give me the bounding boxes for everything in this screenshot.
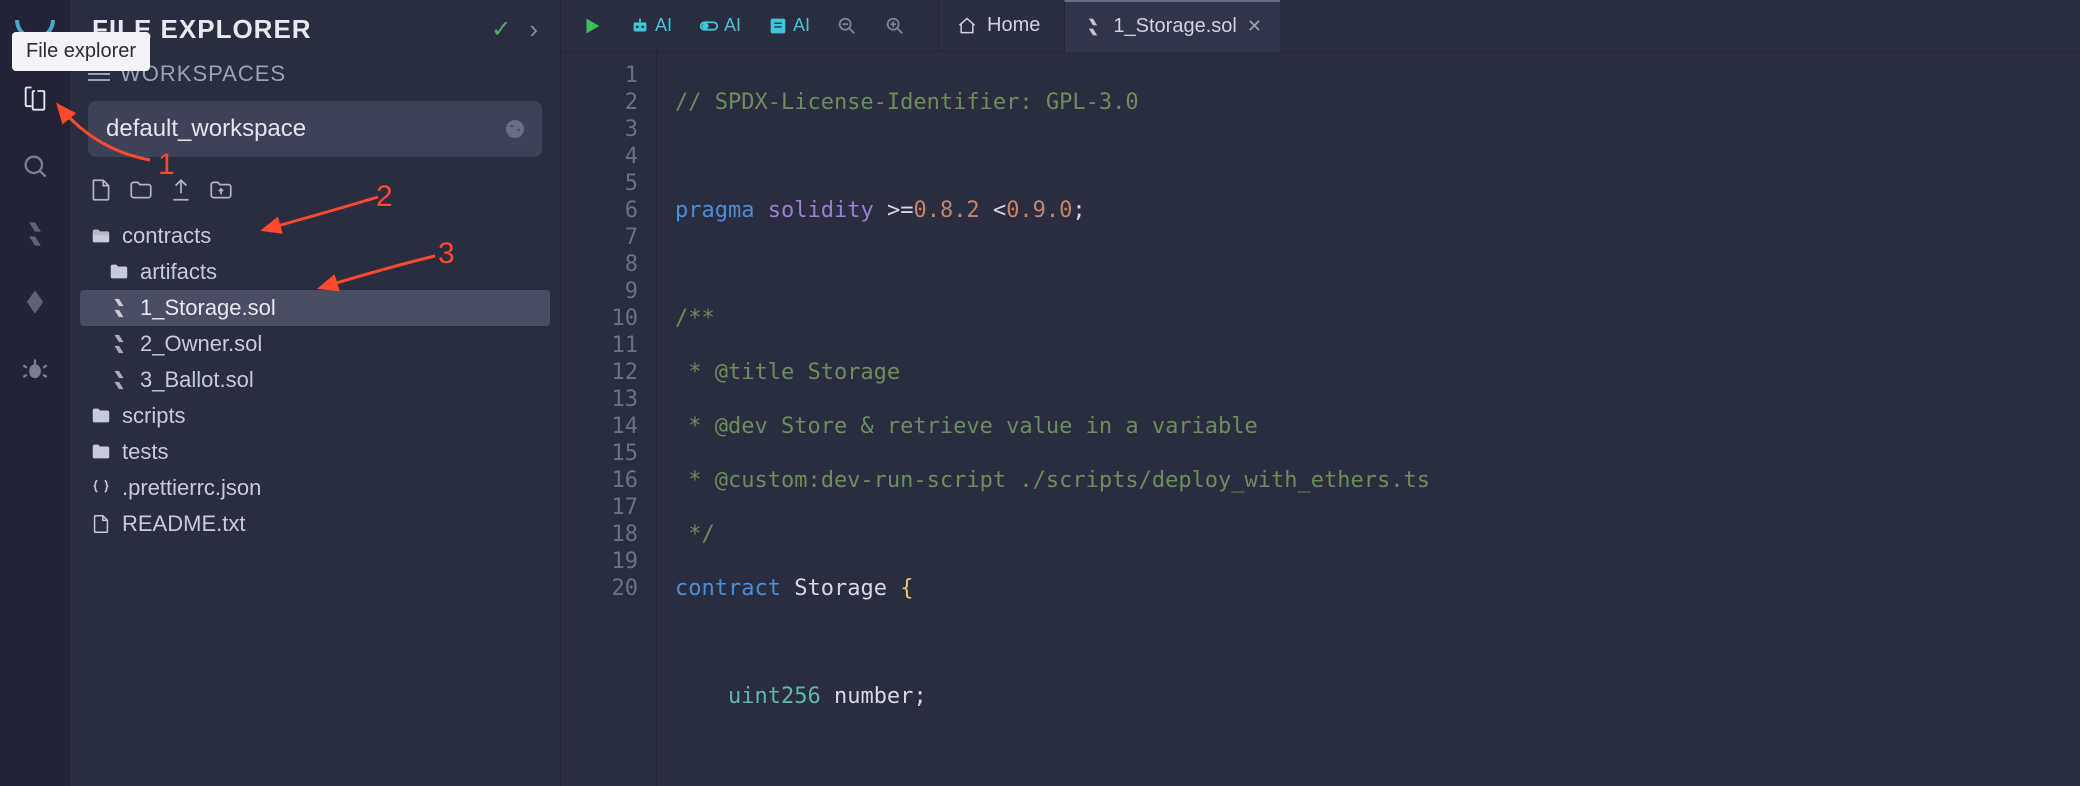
tree-label: .prettierrc.json: [122, 475, 261, 501]
new-folder-icon[interactable]: [128, 177, 154, 208]
tree-label: artifacts: [140, 259, 217, 285]
file-actions-row: [70, 171, 560, 218]
deploy-icon[interactable]: [15, 282, 55, 322]
folder-artifacts[interactable]: artifacts: [80, 254, 550, 290]
file-2-owner[interactable]: 2_Owner.sol: [80, 326, 550, 362]
tree-label: contracts: [122, 223, 211, 249]
file-explorer-icon[interactable]: [15, 78, 55, 118]
upload-folder-icon[interactable]: [208, 177, 234, 208]
file-1-storage[interactable]: 1_Storage.sol: [80, 290, 550, 326]
workspace-selected-value: default_workspace: [106, 115, 306, 143]
annotation-number-1: 1: [158, 148, 175, 182]
ai-label: AI: [793, 15, 810, 36]
annotation-number-2: 2: [376, 180, 393, 214]
debugger-icon[interactable]: [15, 350, 55, 390]
workspace-select[interactable]: default_workspace ⌃⌄: [88, 101, 542, 157]
ai-label: AI: [655, 15, 672, 36]
ai-robot-button[interactable]: AI: [619, 9, 682, 43]
close-icon[interactable]: ✕: [1247, 16, 1262, 37]
tree-label: 1_Storage.sol: [140, 295, 276, 321]
run-button[interactable]: [571, 9, 613, 43]
tree-label: 3_Ballot.sol: [140, 367, 254, 393]
file-explorer-panel: File explorer FILE EXPLORER ✓ › WORKSPAC…: [70, 0, 560, 786]
code-content[interactable]: // SPDX-License-Identifier: GPL-3.0 prag…: [657, 52, 2080, 786]
tree-label: tests: [122, 439, 168, 465]
select-chevrons-icon: ⌃⌄: [506, 120, 524, 138]
tree-label: 2_Owner.sol: [140, 331, 262, 357]
zoom-out-button[interactable]: [826, 9, 868, 43]
ai-label: AI: [724, 15, 741, 36]
folder-tests[interactable]: tests: [80, 434, 550, 470]
vertical-icon-rail: [0, 0, 70, 786]
folder-scripts[interactable]: scripts: [80, 398, 550, 434]
code-area: 1234567891011121314151617181920 // SPDX-…: [561, 52, 2080, 786]
annotation-number-3: 3: [438, 237, 455, 271]
tree-label: README.txt: [122, 511, 245, 537]
solidity-compiler-icon[interactable]: [15, 214, 55, 254]
file-tree: contracts artifacts 1_Storage.sol 2_Owne…: [70, 218, 560, 552]
chevron-right-icon[interactable]: ›: [529, 14, 538, 45]
zoom-in-button[interactable]: [874, 9, 916, 43]
tab-active-file[interactable]: 1_Storage.sol ✕: [1064, 0, 1280, 52]
new-file-icon[interactable]: [88, 177, 114, 208]
editor-pane: AI AI AI Home 1_Storage.sol ✕ 1234567891…: [560, 0, 2080, 786]
editor-toolbar: AI AI AI Home 1_Storage.sol ✕: [561, 0, 2080, 52]
folder-contracts[interactable]: contracts: [80, 218, 550, 254]
tooltip: File explorer: [12, 32, 150, 71]
ai-toggle-button[interactable]: AI: [688, 9, 751, 43]
file-3-ballot[interactable]: 3_Ballot.sol: [80, 362, 550, 398]
line-gutter: 1234567891011121314151617181920: [561, 52, 657, 786]
tab-label: Home: [987, 14, 1040, 37]
tab-label: 1_Storage.sol: [1113, 15, 1236, 38]
check-icon[interactable]: ✓: [491, 15, 511, 44]
file-prettierrc[interactable]: .prettierrc.json: [80, 470, 550, 506]
file-readme[interactable]: README.txt: [80, 506, 550, 542]
search-icon[interactable]: [15, 146, 55, 186]
ai-book-button[interactable]: AI: [757, 9, 820, 43]
tab-home[interactable]: Home: [938, 0, 1058, 52]
tree-label: scripts: [122, 403, 186, 429]
